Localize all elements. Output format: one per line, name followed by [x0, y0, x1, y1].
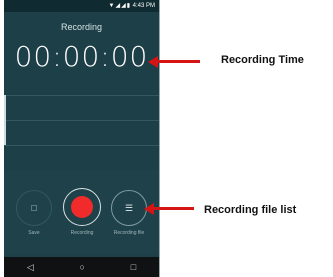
save-label: Save: [28, 230, 40, 236]
record-dot-icon: [71, 196, 93, 218]
status-time: 4:43 PM: [132, 3, 155, 9]
save-button[interactable]: [16, 190, 52, 226]
stop-square-icon: [31, 205, 37, 211]
phone-screen: ▼◢◢▮ 4:43 PM Recording 00:00:00 ☰ Save R…: [4, 0, 159, 277]
time-arrow: [156, 60, 200, 63]
home-icon[interactable]: ○: [80, 262, 85, 272]
record-button[interactable]: [63, 188, 101, 226]
recording-file-list-annotation: Recording file list: [204, 204, 297, 216]
divider: [4, 145, 159, 146]
status-icons: ▼◢◢▮: [108, 3, 131, 9]
screen-title: Recording: [60, 22, 103, 32]
record-label: Recording: [70, 230, 94, 236]
file-label: Recording file: [113, 230, 145, 236]
recording-file-button[interactable]: ☰: [111, 190, 147, 226]
divider: [4, 120, 159, 121]
recording-time-annotation: Recording Time: [221, 54, 304, 66]
navigation-bar: ◁ ○ □: [4, 257, 159, 277]
back-icon[interactable]: ◁: [27, 262, 34, 273]
waveform-marker: [4, 95, 6, 145]
recording-timer: 00:00:00: [14, 40, 149, 73]
list-arrow: [152, 207, 194, 210]
list-icon: ☰: [124, 202, 134, 213]
recents-icon[interactable]: □: [131, 262, 136, 272]
divider: [4, 95, 159, 96]
status-bar: ▼◢◢▮ 4:43 PM: [4, 0, 159, 12]
